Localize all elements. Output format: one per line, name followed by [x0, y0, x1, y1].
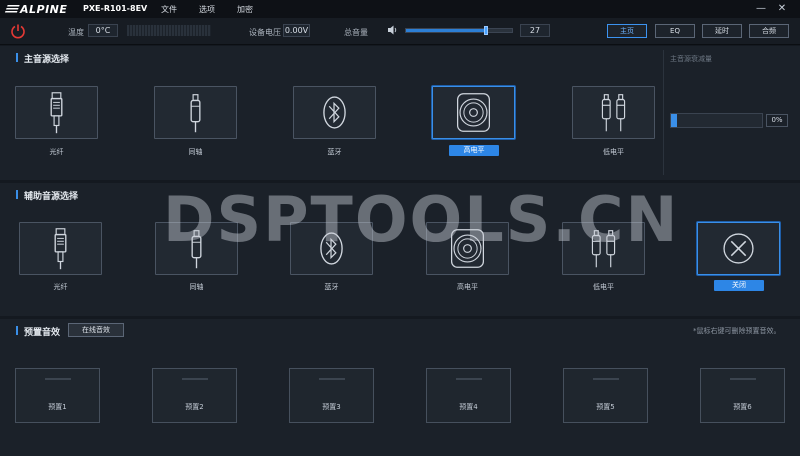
- aux-source-off[interactable]: [697, 222, 780, 275]
- close-icon[interactable]: ✕: [775, 2, 789, 16]
- preset-line: [730, 378, 756, 380]
- attenuation-value[interactable]: 0%: [766, 114, 788, 127]
- speaker-driver-icon: [456, 93, 491, 132]
- tab-crossover[interactable]: 合频: [749, 24, 789, 38]
- optical-icon: [50, 92, 63, 134]
- preset-card-2[interactable]: 预置2: [152, 368, 237, 423]
- attenuation-fill: [671, 114, 677, 127]
- main-source-low-level-label: 低电平: [603, 148, 624, 156]
- brand-logo: ALPINE: [4, 3, 67, 16]
- aux-source-title: 辅助音源选择: [15, 189, 78, 202]
- menu-file[interactable]: 文件: [161, 4, 177, 15]
- preset-line: [456, 378, 482, 380]
- voltage-label: 设备电压: [249, 28, 281, 37]
- preset-label: 预置2: [185, 403, 204, 411]
- preset-line: [45, 378, 71, 380]
- power-icon[interactable]: [10, 23, 26, 39]
- main-source-coaxial[interactable]: [154, 86, 237, 139]
- preset-line: [319, 378, 345, 380]
- presets-panel: [0, 319, 800, 456]
- aux-source-off-label: 关闭: [714, 280, 764, 291]
- main-source-low-level[interactable]: [572, 86, 655, 139]
- minimize-icon[interactable]: —: [754, 2, 768, 16]
- preset-label: 预置1: [48, 403, 67, 411]
- aux-source-high-level-label: 高电平: [457, 283, 478, 291]
- temperature-label: 温度: [68, 28, 84, 37]
- watermark: DSPTOOLS.CN: [163, 183, 680, 256]
- volume-fill: [406, 29, 487, 32]
- online-presets-button[interactable]: 在线音效: [68, 323, 124, 337]
- menu-encrypt[interactable]: 加密: [237, 4, 253, 15]
- panel-divider: [663, 50, 664, 175]
- attenuation-slider[interactable]: [670, 113, 763, 128]
- aux-source-coaxial-label: 同轴: [189, 283, 204, 291]
- main-source-optical-label: 光纤: [49, 148, 64, 156]
- aux-source-optical[interactable]: [19, 222, 102, 275]
- volume-thumb[interactable]: [484, 26, 488, 35]
- title-bar: ALPINE PXE-R101-8EV 文件 选项 加密 — ✕: [0, 0, 800, 18]
- aux-source-optical-label: 光纤: [53, 283, 68, 291]
- preset-label: 预置5: [596, 403, 615, 411]
- preset-card-1[interactable]: 预置1: [15, 368, 100, 423]
- presets-hint: *鼠标右键可删除预置音效。: [693, 327, 781, 335]
- volume-value[interactable]: 27: [520, 24, 550, 37]
- temperature-value: 0°C: [88, 24, 118, 37]
- preset-label: 预置3: [322, 403, 341, 411]
- volume-slider[interactable]: [405, 26, 513, 35]
- volume-label: 总音量: [344, 28, 368, 37]
- optical-icon: [54, 228, 67, 270]
- level-meter: [127, 25, 211, 36]
- device-model: PXE-R101-8EV: [83, 4, 148, 13]
- aux-source-low-level-label: 低电平: [593, 283, 614, 291]
- preset-label: 预置6: [733, 403, 752, 411]
- preset-card-5[interactable]: 预置5: [563, 368, 648, 423]
- attenuation-label: 主音源衰减量: [670, 55, 712, 63]
- main-source-high-level-label: 高电平: [449, 145, 499, 156]
- voltage-value: 0.00V: [283, 24, 310, 37]
- speaker-icon: [388, 25, 397, 35]
- preset-card-3[interactable]: 预置3: [289, 368, 374, 423]
- preset-card-4[interactable]: 预置4: [426, 368, 511, 423]
- tab-delay[interactable]: 延时: [702, 24, 742, 38]
- aux-source-bluetooth-label: 蓝牙: [324, 283, 339, 291]
- preset-line: [182, 378, 208, 380]
- presets-title: 预置音效: [15, 325, 60, 338]
- main-source-high-level[interactable]: [432, 86, 515, 139]
- tab-eq[interactable]: EQ: [655, 24, 695, 38]
- preset-label: 预置4: [459, 403, 478, 411]
- preset-line: [593, 378, 619, 380]
- main-source-coaxial-label: 同轴: [188, 148, 203, 156]
- menu-options[interactable]: 选项: [199, 4, 215, 15]
- rca-icon: [601, 94, 626, 132]
- main-source-bluetooth[interactable]: [293, 86, 376, 139]
- close-circle-icon: [723, 233, 754, 264]
- main-source-optical[interactable]: [15, 86, 98, 139]
- bluetooth-icon: [323, 96, 346, 129]
- main-source-title: 主音源选择: [15, 52, 69, 65]
- tab-home[interactable]: 主页: [607, 24, 647, 38]
- preset-card-6[interactable]: 预置6: [700, 368, 785, 423]
- main-source-bluetooth-label: 蓝牙: [327, 148, 342, 156]
- coaxial-icon: [190, 94, 201, 133]
- toolbar: 温度 0°C 设备电压 0.00V 总音量 27 主页 EQ 延时 合频: [0, 18, 800, 45]
